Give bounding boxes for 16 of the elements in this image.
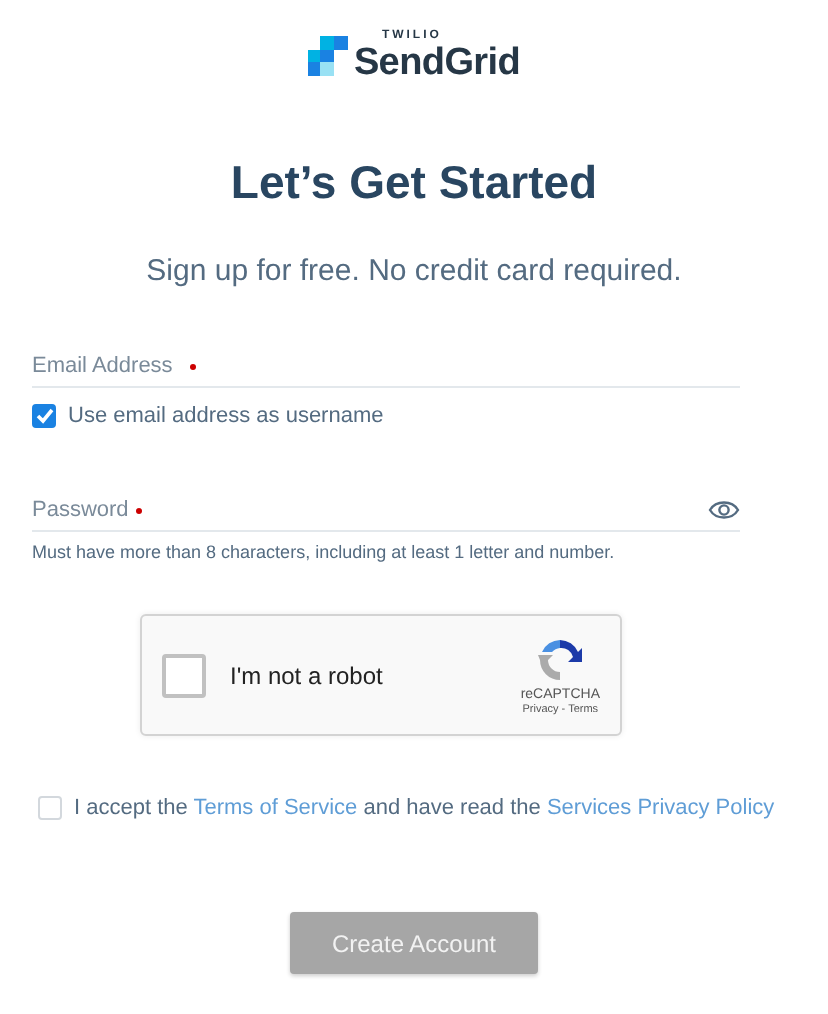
password-field[interactable]: Password [32, 488, 740, 532]
checkbox[interactable] [32, 404, 56, 428]
email-field[interactable]: Email Address [32, 344, 740, 388]
captcha-label: I'm not a robot [230, 661, 385, 689]
captcha-checkbox[interactable] [162, 653, 206, 697]
password-hint: Must have more than 8 characters, including at least 1 letter and number. [32, 542, 617, 562]
subtitle: Sign up for free. No credit card required. [144, 254, 684, 288]
terms-sentence: I accept the Terms of Service and have read the Services Privacy Policy [74, 796, 775, 820]
eye-icon[interactable] [708, 500, 740, 520]
checkbox-label: Use email address as username [68, 404, 384, 428]
logo-icon [307, 36, 348, 76]
page-title: Let’s Get Started [228, 156, 600, 210]
terms-link[interactable]: Services Privacy Policy [546, 796, 775, 820]
recaptcha-icon [534, 634, 587, 686]
terms-link[interactable]: Terms of Service [193, 796, 358, 820]
logo-wordmark: SendGrid [353, 43, 521, 83]
